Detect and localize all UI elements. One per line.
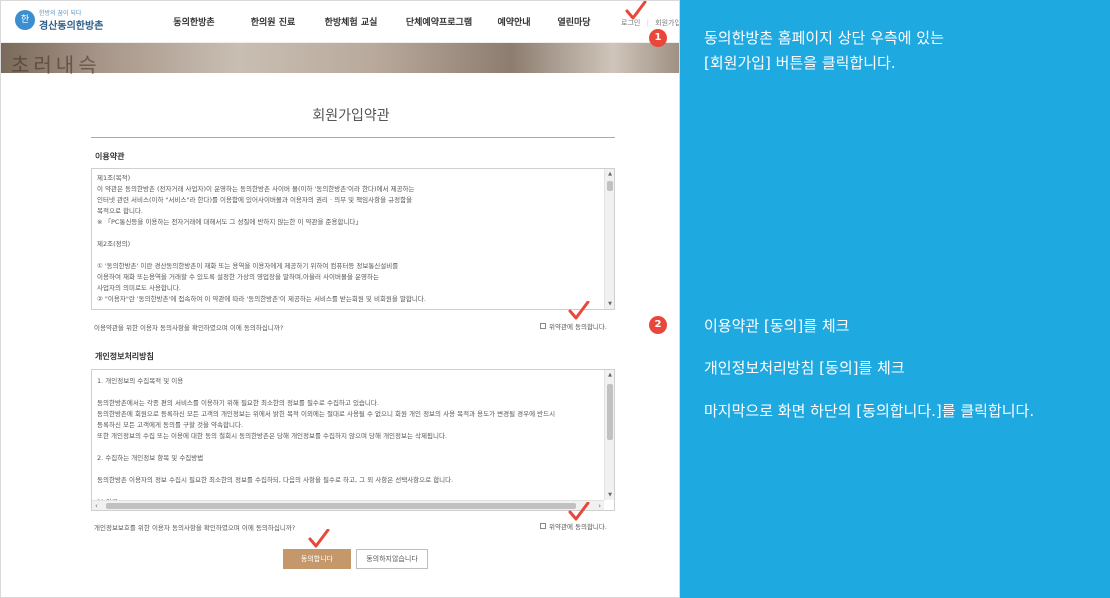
- nav-item-experience[interactable]: 한방체험 교실: [309, 15, 393, 28]
- main-nav: 동의한방촌 한의원 진료 한방체험 교실 단체예약프로그램 예약안내 열린마당: [151, 15, 605, 28]
- privacy-line: [97, 442, 602, 453]
- arrow-down-icon[interactable]: ▼: [605, 492, 614, 498]
- terms-scroll-thumb[interactable]: [607, 181, 613, 191]
- privacy-line: [97, 387, 602, 398]
- terms-agree-checkbox[interactable]: 위약관에 동의합니다.: [540, 321, 607, 331]
- privacy-line: 동의한방촌에서는 각종 편의 서비스를 이용하기 위해 필요한 최소한의 정보를…: [97, 399, 379, 407]
- title-divider: [91, 137, 615, 138]
- nav-item-clinic[interactable]: 한의원 진료: [237, 15, 309, 28]
- arrow-right-icon[interactable]: ›: [598, 501, 601, 510]
- disagree-button[interactable]: 동의하지않습니다: [356, 549, 428, 569]
- privacy-agree-checkbox[interactable]: 위약관에 동의합니다.: [540, 521, 607, 531]
- arrow-up-icon[interactable]: ▲: [605, 372, 614, 378]
- join-link[interactable]: 회원가입: [655, 19, 679, 27]
- page-title: 회원가입약관: [312, 108, 390, 124]
- terms-agree-label: 위약관에 동의합니다.: [549, 323, 607, 331]
- terms-confirm-text: 이용약관을 위한 이용자 동의사항을 확인하였으며 이에 동의하십니까?: [94, 324, 284, 332]
- step1-instruction-line1: 동의한방촌 홈페이지 상단 우측에 있는: [704, 29, 944, 47]
- terms-line: [97, 250, 602, 261]
- privacy-line: 등록하신 모든 고객에게 동의를 구할 것을 약속합니다.: [97, 421, 244, 429]
- step2-instruction-line2: 개인정보처리방침 [동의]를 체크: [704, 359, 905, 377]
- terms-heading: 이용약관: [95, 152, 125, 161]
- terms-line: 목적으로 합니다.: [97, 207, 143, 215]
- checkbox-icon[interactable]: [540, 523, 546, 529]
- privacy-line: 동의한방촌에 회원으로 등록하신 모든 고객의 개인정보는 위에서 밝힌 목적 …: [97, 410, 556, 418]
- step-badge-2: 2: [649, 316, 667, 334]
- privacy-line: 1. 개인정보의 수집목적 및 이용: [97, 377, 184, 385]
- step-badge-1: 1: [649, 29, 667, 47]
- terms-line: 제1조(목적): [97, 174, 131, 182]
- nav-item-reservation[interactable]: 예약안내: [485, 15, 543, 28]
- nav-item-open-board[interactable]: 열린마당: [543, 15, 605, 28]
- site-logo[interactable]: 한 한방의 꿈이 되다 경산동의한방촌: [15, 7, 115, 35]
- terms-line: ① '동의한방촌' 이란 경산동의한방촌이 재화 또는 용역을 이용자에게 제공…: [97, 262, 399, 270]
- terms-line: 제2조(정의): [97, 240, 131, 248]
- terms-line: ※ 「PC통신등을 이용하는 전자거래에 대해서도 그 성질에 반하지 않는한 …: [97, 218, 362, 226]
- terms-line: 이 약관은 동의한방촌 (전자거래 사업자)이 운영하는 동의한방촌 사이버 몰…: [97, 185, 415, 193]
- privacy-line: 동의한방촌 이용자의 정보 수집시 필요한 최소한의 정보를 수집하되, 다음의…: [97, 476, 454, 484]
- step2-instruction-line1: 이용약관 [동의]를 체크: [704, 317, 850, 335]
- step1-instruction-line2: [회원가입] 버튼을 클릭합니다.: [704, 54, 896, 72]
- checkmark-icon: [568, 301, 590, 320]
- terms-line: 인터넷 관련 서비스(이하 "서비스"라 한다)를 이용함에 있어사이버몰과 이…: [97, 196, 413, 204]
- website-screenshot: 한 한방의 꿈이 되다 경산동의한방촌 동의한방촌 한의원 진료 한방체험 교실…: [0, 0, 680, 598]
- checkmark-icon: [625, 1, 647, 20]
- logo-mark-icon: 한: [15, 10, 35, 30]
- privacy-line: 또한 개인정보의 수집 또는 이용에 대한 동의 철회시 동의한방촌은 당해 개…: [97, 432, 447, 440]
- logo-name: 경산동의한방촌: [39, 21, 104, 32]
- hero-banner: 초러내슥: [1, 43, 679, 77]
- logo-tagline: 한방의 꿈이 되다: [39, 10, 82, 17]
- site-header: 한 한방의 꿈이 되다 경산동의한방촌 동의한방촌 한의원 진료 한방체험 교실…: [1, 1, 679, 43]
- privacy-line: 2. 수집하는 개인정보 항목 및 수집방법: [97, 454, 204, 462]
- arrow-left-icon[interactable]: ‹: [95, 501, 98, 510]
- checkbox-icon[interactable]: [540, 323, 546, 329]
- arrow-down-icon[interactable]: ▼: [605, 301, 614, 307]
- terms-line: 이용하여 재화 또는용역을 거래할 수 있도록 설정한 가상의 영업장을 말하며…: [97, 273, 379, 281]
- privacy-horizontal-scrollbar[interactable]: ‹ ›: [92, 500, 604, 510]
- step2-instruction-line3: 마지막으로 화면 하단의 [동의합니다.]를 클릭합니다.: [704, 402, 1035, 420]
- privacy-confirm-text: 개인정보보호를 위한 이용자 동의사항을 확인하였으며 이에 동의하십니까?: [94, 524, 296, 532]
- terms-line: ② "이용자"란 '동의한방촌'에 접속하여 이 약관에 따라 '동의한방촌'이…: [97, 295, 426, 303]
- arrow-up-icon[interactable]: ▲: [605, 171, 614, 177]
- privacy-line: [97, 464, 602, 475]
- terms-textbox[interactable]: 제1조(목적) 이 약관은 동의한방촌 (전자거래 사업자)이 운영하는 동의한…: [91, 168, 615, 310]
- nav-item-dongui[interactable]: 동의한방촌: [151, 15, 237, 28]
- terms-text: 제1조(목적) 이 약관은 동의한방촌 (전자거래 사업자)이 운영하는 동의한…: [97, 173, 602, 305]
- nav-item-group-program[interactable]: 단체예약프로그램: [393, 15, 485, 28]
- privacy-agree-label: 위약관에 동의합니다.: [549, 523, 607, 531]
- terms-scrollbar[interactable]: ▲ ▼: [604, 169, 614, 309]
- privacy-heading: 개인정보처리방침: [95, 352, 154, 361]
- tutorial-figure: 한 한방의 꿈이 되다 경산동의한방촌 동의한방촌 한의원 진료 한방체험 교실…: [0, 0, 1110, 598]
- privacy-textbox[interactable]: 1. 개인정보의 수집목적 및 이용 동의한방촌에서는 각종 편의 서비스를 이…: [91, 369, 615, 511]
- terms-line: 사업자의 의미로도 사용합니다.: [97, 284, 181, 292]
- agree-button[interactable]: 동의합니다: [283, 549, 351, 569]
- privacy-vertical-scrollbar[interactable]: ▲ ▼: [604, 370, 614, 500]
- terms-line: [97, 228, 602, 239]
- instruction-panel: 동의한방촌 홈페이지 상단 우측에 있는 [회원가입] 버튼을 클릭합니다. 이…: [680, 0, 1110, 598]
- privacy-hscroll-thumb[interactable]: [106, 503, 576, 509]
- privacy-line: [97, 486, 602, 497]
- privacy-text: 1. 개인정보의 수집목적 및 이용 동의한방촌에서는 각종 편의 서비스를 이…: [97, 376, 602, 508]
- checkmark-icon: [568, 502, 590, 521]
- hero-banner-text: 초러내슥: [11, 53, 101, 77]
- checkmark-icon: [308, 529, 330, 548]
- privacy-vscroll-thumb[interactable]: [607, 384, 613, 440]
